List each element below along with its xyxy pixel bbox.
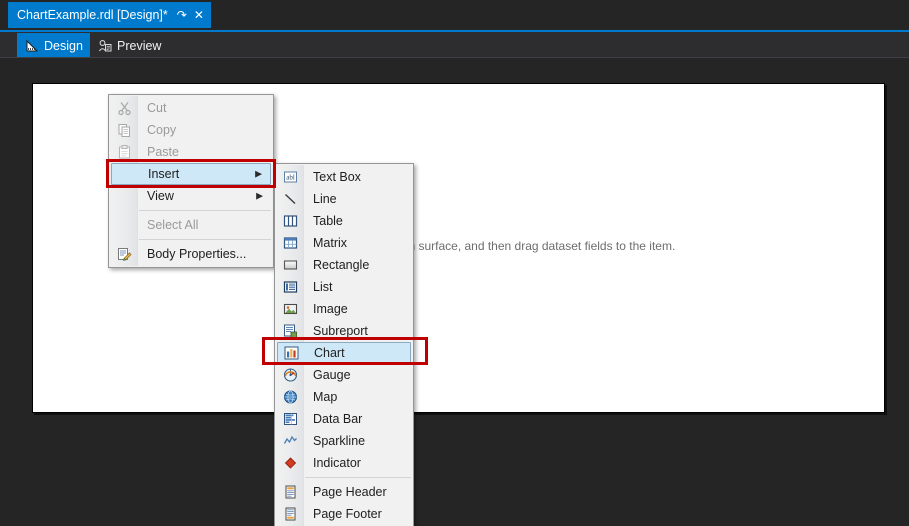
tab-preview-label: Preview [117,38,162,53]
menu-item-list-label: List [313,280,333,294]
list-icon [282,279,299,296]
menu-separator [139,210,271,211]
menu-item-subreport[interactable]: Subreport [277,320,411,342]
menu-item-cut-label: Cut [147,101,167,115]
menu-item-list[interactable]: List [277,276,411,298]
menu-item-table-label: Table [313,214,343,228]
menu-item-rectangle-label: Rectangle [313,258,370,272]
context-menu[interactable]: Cut Copy Paste Insert ▶ View ▶ Select Al… [108,94,274,268]
menu-item-paste-label: Paste [147,145,179,159]
body-properties-icon [116,246,133,263]
menu-item-matrix-label: Matrix [313,236,348,250]
menu-item-insert-label: Insert [148,167,180,181]
map-globe-icon [282,389,299,406]
menu-item-view[interactable]: View ▶ [111,185,271,207]
menu-item-chart-label: Chart [314,346,345,360]
menu-item-image-label: Image [313,302,348,316]
rectangle-icon [282,257,299,274]
page-header-icon [282,484,299,501]
menu-item-copy-label: Copy [147,123,177,137]
menu-item-gauge[interactable]: Gauge [277,364,411,386]
image-icon [282,301,299,318]
insert-submenu[interactable]: abl Text Box Line Table Matrix Rectangle… [274,163,414,526]
copy-pages-icon [116,122,133,139]
menu-item-body-properties-label: Body Properties... [147,247,247,261]
menu-item-subreport-label: Subreport [313,324,368,338]
tab-design-label: Design [44,38,83,53]
line-icon [282,191,299,208]
menu-item-data-bar-label: Data Bar [313,412,363,426]
menu-item-chart[interactable]: Chart [277,342,411,364]
menu-item-matrix[interactable]: Matrix [277,232,411,254]
gauge-icon [282,367,299,384]
menu-item-select-all[interactable]: Select All [111,214,271,236]
chevron-right-icon: ▶ [255,168,262,179]
tab-preview[interactable]: Preview [90,33,170,58]
menu-item-paste[interactable]: Paste [111,141,271,163]
chart-bar-icon [283,345,300,362]
menu-item-copy[interactable]: Copy [111,119,271,141]
document-tabstrip: ChartExample.rdl [Design]* ↷ ✕ [0,0,909,28]
indicator-diamond-icon [282,455,299,472]
pin-icon[interactable]: ↷ [177,9,187,21]
menu-item-sparkline[interactable]: Sparkline [277,430,411,452]
menu-item-indicator[interactable]: Indicator [277,452,411,474]
menu-item-sparkline-label: Sparkline [313,434,366,448]
table-icon [282,213,299,230]
menu-item-text-box-label: Text Box [313,170,361,184]
cut-scissors-icon [116,100,133,117]
close-icon[interactable]: ✕ [194,9,204,21]
sparkline-icon [282,433,299,450]
menu-item-line[interactable]: Line [277,188,411,210]
chevron-right-icon: ▶ [256,190,263,201]
application-window: ChartExample.rdl [Design]* ↷ ✕ Design Pr… [0,0,909,526]
document-tab-title: ChartExample.rdl [Design]* [17,8,168,22]
menu-item-page-footer[interactable]: Page Footer [277,503,411,525]
view-tabstrip: Design Preview [0,30,909,58]
data-bar-icon [282,411,299,428]
menu-item-view-label: View [147,189,174,203]
textbox-icon: abl [282,169,299,186]
active-tab-underline [0,30,909,32]
menu-item-select-all-label: Select All [147,218,199,232]
menu-item-cut[interactable]: Cut [111,97,271,119]
menu-separator [305,477,411,478]
preview-person-icon [98,39,112,53]
menu-item-indicator-label: Indicator [313,456,361,470]
subreport-icon [282,323,299,340]
menu-item-page-footer-label: Page Footer [313,507,382,521]
menu-item-text-box[interactable]: abl Text Box [277,166,411,188]
menu-item-page-header[interactable]: Page Header [277,481,411,503]
svg-text:abl: abl [286,174,295,182]
menu-item-rectangle[interactable]: Rectangle [277,254,411,276]
menu-item-body-properties[interactable]: Body Properties... [111,243,271,265]
menu-item-map-label: Map [313,390,338,404]
menu-item-data-bar[interactable]: Data Bar [277,408,411,430]
design-ruler-icon [25,39,39,53]
menu-item-map[interactable]: Map [277,386,411,408]
menu-item-image[interactable]: Image [277,298,411,320]
paste-clipboard-icon [116,144,133,161]
document-tab-chartexample[interactable]: ChartExample.rdl [Design]* ↷ ✕ [8,2,211,28]
matrix-icon [282,235,299,252]
tab-design[interactable]: Design [17,33,91,58]
menu-item-gauge-label: Gauge [313,368,351,382]
menu-item-page-header-label: Page Header [313,485,387,499]
menu-separator [139,239,271,240]
page-footer-icon [282,506,299,523]
menu-item-line-label: Line [313,192,337,206]
menu-item-table[interactable]: Table [277,210,411,232]
menu-item-insert[interactable]: Insert ▶ [111,163,271,185]
